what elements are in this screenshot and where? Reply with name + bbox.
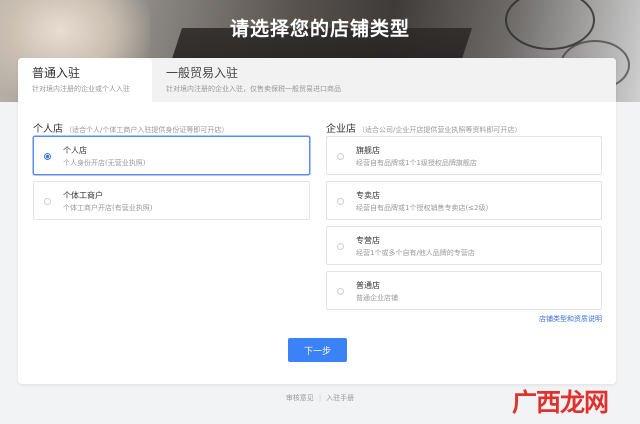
option-personal-store[interactable]: 个人店 个人身份开店(无营业执照) <box>33 136 310 175</box>
personal-section-heading: 个人店 （适合个人/个体工商户入驻提供身份证等即可开店） <box>33 120 228 135</box>
option-desc: 经营自有品牌或1个1级授权品牌旗舰店 <box>356 159 477 167</box>
option-title: 个人店 <box>63 146 87 155</box>
option-title: 专卖店 <box>356 191 380 200</box>
option-title: 专营店 <box>356 236 380 245</box>
radio-unchecked-icon[interactable] <box>337 243 344 250</box>
enterprise-section-heading: 企业店 （适合公司/企业开店提供营业执照等资料即可开店） <box>326 120 521 135</box>
section-hint: （适合个人/个体工商户入驻提供身份证等即可开店） <box>65 126 229 134</box>
option-ordinary-store[interactable]: 普通店 普通企业店铺 <box>326 271 602 310</box>
radio-unchecked-icon[interactable] <box>44 198 51 205</box>
entry-tabs: 普通入驻 针对境内注册的企业或个人入驻 一般贸易入驻 针对境内注册的企业入驻，仅… <box>18 58 616 102</box>
radio-unchecked-icon[interactable] <box>337 153 344 160</box>
option-desc: 个人身份开店(无营业执照) <box>63 159 146 167</box>
watermark-logo: 广西龙网 <box>512 388 609 417</box>
tab-normal-entry[interactable]: 普通入驻 针对境内注册的企业或个人入驻 <box>18 58 152 102</box>
section-hint: （适合公司/企业开店提供营业执照等资料即可开店） <box>358 126 522 134</box>
page-title: 请选择您的店铺类型 <box>229 18 410 40</box>
option-flagship-store[interactable]: 旗舰店 经营自有品牌或1个1级授权品牌旗舰店 <box>326 136 602 175</box>
option-individual-business[interactable]: 个体工商户 个体工商户开店(有营业执照) <box>33 181 310 220</box>
option-title: 旗舰店 <box>356 146 380 155</box>
section-title: 企业店 <box>326 124 356 135</box>
store-type-help-link[interactable]: 店铺类型和资质说明 <box>539 314 602 324</box>
option-title: 个体工商户 <box>63 191 103 200</box>
review-feedback-link[interactable]: 审核意见 <box>286 394 314 402</box>
option-desc: 经营1个或多个自有/他人品牌的专营店 <box>356 249 475 257</box>
tab-title: 普通入驻 <box>32 66 81 80</box>
option-exclusive-store[interactable]: 专卖店 经营自有品牌或1个授权销售专卖店(≤2级) <box>326 181 602 220</box>
radio-unchecked-icon[interactable] <box>337 198 344 205</box>
footer-divider: | <box>318 394 322 402</box>
tab-title: 一般贸易入驻 <box>166 66 239 80</box>
option-specialty-store[interactable]: 专营店 经营1个或多个自有/他人品牌的专营店 <box>326 226 602 265</box>
entry-manual-link[interactable]: 入驻手册 <box>326 394 354 402</box>
option-desc: 经营自有品牌或1个授权销售专卖店(≤2级) <box>356 204 489 212</box>
tab-subtitle: 针对境内注册的企业或个人入驻 <box>32 85 130 93</box>
section-title: 个人店 <box>33 124 63 135</box>
store-type-card: 普通入驻 针对境内注册的企业或个人入驻 一般贸易入驻 针对境内注册的企业入驻，仅… <box>18 58 616 384</box>
radio-unchecked-icon[interactable] <box>337 288 344 295</box>
option-desc: 普通企业店铺 <box>356 294 398 302</box>
option-title: 普通店 <box>356 281 380 290</box>
radio-checked-icon[interactable] <box>44 153 51 160</box>
tab-subtitle: 针对境内注册的企业入驻，仅售卖保税一般贸易进口商品 <box>166 85 341 93</box>
option-desc: 个体工商户开店(有营业执照) <box>63 204 153 212</box>
tab-general-trade-entry[interactable]: 一般贸易入驻 针对境内注册的企业入驻，仅售卖保税一般贸易进口商品 <box>152 58 412 102</box>
next-step-button[interactable]: 下一步 <box>288 338 347 362</box>
